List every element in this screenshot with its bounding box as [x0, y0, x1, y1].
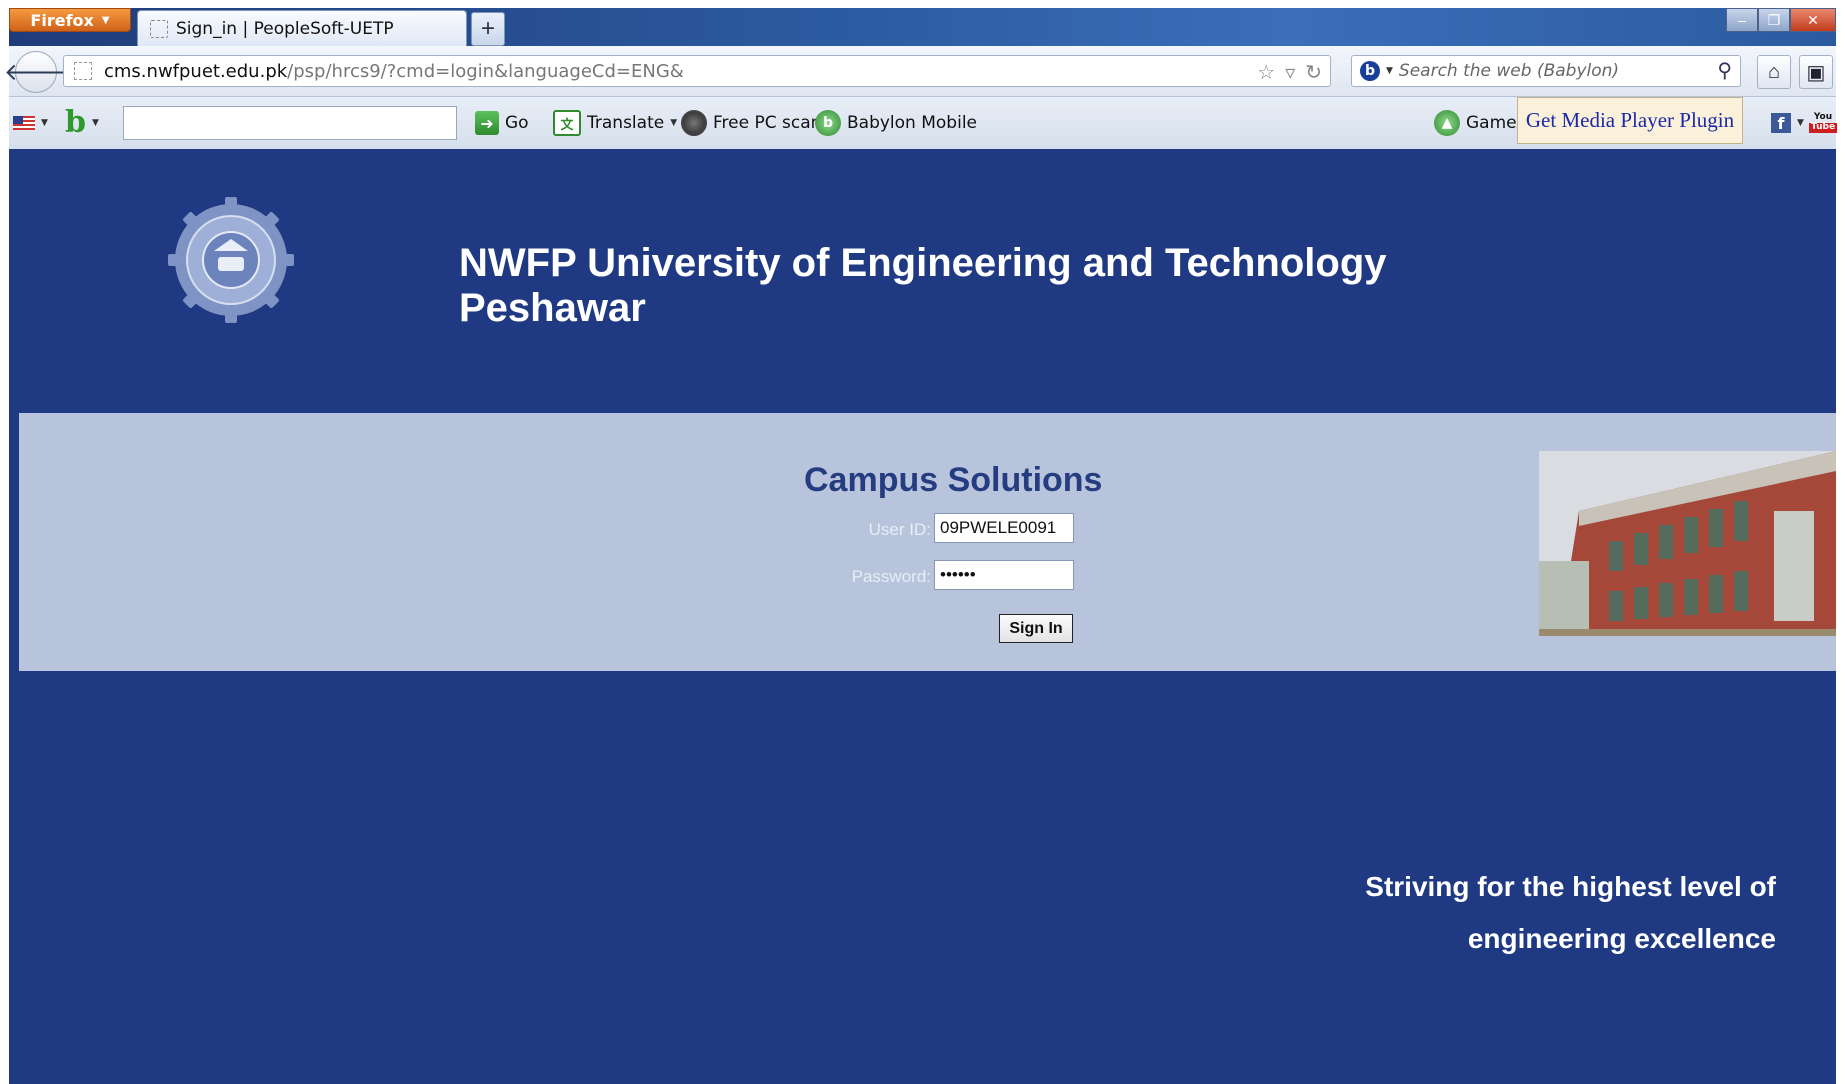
restore-icon: ❐ — [1767, 11, 1781, 28]
babylon-toolbar: ▼ b ▼ ➜ Go 文 Translate ▼ Free PC scan b … — [9, 97, 1838, 149]
login-page: NWFP University of Engineering and Techn… — [9, 149, 1836, 1084]
free-pc-scan-label: Free PC scan — [713, 113, 822, 133]
translate-label: Translate — [587, 113, 665, 133]
search-bar[interactable]: b ▼ Search the web (Babylon) ⚲ — [1351, 55, 1741, 87]
babylon-mobile-icon: b — [815, 110, 841, 136]
minimize-icon: – — [1738, 12, 1746, 28]
media-player-plugin-button[interactable]: Get Media Player Plugin — [1517, 97, 1743, 144]
go-label: Go — [505, 113, 529, 133]
tagline-line-1: Striving for the highest level of — [1365, 871, 1776, 902]
home-button[interactable]: ⌂ — [1757, 55, 1791, 89]
page-title: NWFP University of Engineering and Techn… — [459, 241, 1387, 330]
tagline-line-2: engineering excellence — [1467, 923, 1776, 954]
bookmarks-button[interactable]: ▣ — [1799, 55, 1833, 89]
window-controls: – ❐ ✕ — [1726, 8, 1836, 32]
search-icon[interactable]: ⚲ — [1717, 58, 1732, 82]
url-domain: cms.nwfpuet.edu.pk — [104, 60, 288, 82]
tab-sign-in[interactable]: Sign_in | PeopleSoft-UETP — [137, 10, 467, 46]
babylon-mobile-button[interactable]: b Babylon Mobile — [815, 97, 977, 149]
toolbar-search-input[interactable] — [123, 106, 457, 140]
plus-icon: + — [480, 15, 495, 42]
close-button[interactable]: ✕ — [1790, 8, 1836, 32]
back-button[interactable]: 🡐 — [4, 51, 68, 93]
games-button[interactable]: ▲ Games — [1434, 97, 1525, 149]
babylon-logo-icon: b — [65, 105, 86, 140]
chevron-down-icon: ▼ — [1386, 66, 1393, 76]
go-button[interactable]: ➜ Go — [475, 97, 529, 149]
page-icon — [150, 19, 168, 38]
password-label: Password: — [851, 567, 931, 586]
university-seal-logo — [168, 197, 294, 323]
babylon-menu[interactable]: b ▼ — [65, 97, 99, 149]
close-icon: ✕ — [1807, 11, 1819, 28]
free-pc-scan-button[interactable]: Free PC scan — [681, 97, 821, 149]
userid-label: User ID: — [868, 520, 931, 539]
back-arrow-icon: 🡐 — [3, 59, 69, 86]
minimize-button[interactable]: – — [1726, 8, 1758, 32]
firefox-menu-label: Firefox — [30, 10, 94, 30]
new-tab-button[interactable]: + — [471, 12, 505, 46]
babylon-search-icon[interactable]: b — [1360, 61, 1380, 81]
sign-in-button[interactable]: Sign In — [999, 614, 1073, 643]
url-path: /psp/hrcs9/?cmd=login&languageCd=ENG& — [287, 60, 684, 82]
translate-button[interactable]: 文 Translate ▼ — [553, 97, 677, 149]
login-panel: Campus Solutions User ID: 09PWELE0091 Pa… — [19, 413, 1836, 671]
chevron-down-icon: ▼ — [41, 118, 48, 128]
babylon-mobile-label: Babylon Mobile — [847, 113, 977, 133]
reload-icon[interactable]: ↻ — [1305, 60, 1322, 84]
restore-button[interactable]: ❐ — [1758, 8, 1790, 32]
youtube-icon: You Tube — [1808, 109, 1838, 137]
title-bar: Firefox ▼ Sign_in | PeopleSoft-UETP + – … — [9, 8, 1836, 46]
games-icon: ▲ — [1434, 110, 1460, 136]
userid-input[interactable]: 09PWELE0091 — [934, 513, 1074, 543]
speedometer-icon — [681, 110, 707, 136]
page-icon — [74, 62, 92, 80]
facebook-button[interactable]: f ▼ — [1771, 97, 1804, 149]
youtube-button[interactable]: You Tube — [1808, 97, 1838, 149]
panel-title: Campus Solutions — [804, 461, 1103, 499]
tab-title: Sign_in | PeopleSoft-UETP — [176, 18, 394, 39]
tagline: Striving for the highest level of engine… — [1176, 861, 1776, 965]
chevron-down-icon: ▼ — [1797, 118, 1804, 128]
us-flag-icon — [13, 116, 35, 130]
search-input[interactable]: Search the web (Babylon) — [1399, 61, 1619, 81]
password-input[interactable]: •••••• — [934, 560, 1074, 590]
youtube-icon-text-bottom: Tube — [1808, 122, 1838, 133]
address-bar[interactable]: cms.nwfpuet.edu.pk /psp/hrcs9/?cmd=login… — [63, 55, 1331, 87]
browser-chrome: Firefox ▼ Sign_in | PeopleSoft-UETP + – … — [4, 8, 1838, 149]
arrow-right-icon: ➜ — [475, 111, 499, 135]
chevron-down-icon: ▼ — [101, 14, 110, 26]
translate-icon: 文 — [553, 110, 581, 136]
address-bar-icons: ☆ ▿ ↻ — [1257, 60, 1322, 84]
navigation-bar: 🡐 cms.nwfpuet.edu.pk /psp/hrcs9/?cmd=log… — [4, 46, 1836, 97]
facebook-icon: f — [1771, 113, 1791, 133]
chevron-down-icon: ▼ — [670, 118, 678, 128]
language-selector[interactable]: ▼ — [13, 97, 48, 149]
home-icon: ⌂ — [1767, 60, 1781, 83]
firefox-menu-button[interactable]: Firefox ▼ — [9, 8, 131, 32]
media-player-plugin-label: Get Media Player Plugin — [1525, 108, 1735, 132]
dropdown-icon[interactable]: ▿ — [1285, 60, 1295, 84]
campus-building-photo — [1539, 451, 1836, 636]
bookmarks-icon: ▣ — [1806, 61, 1826, 84]
star-icon[interactable]: ☆ — [1257, 60, 1275, 84]
chevron-down-icon: ▼ — [91, 118, 99, 128]
